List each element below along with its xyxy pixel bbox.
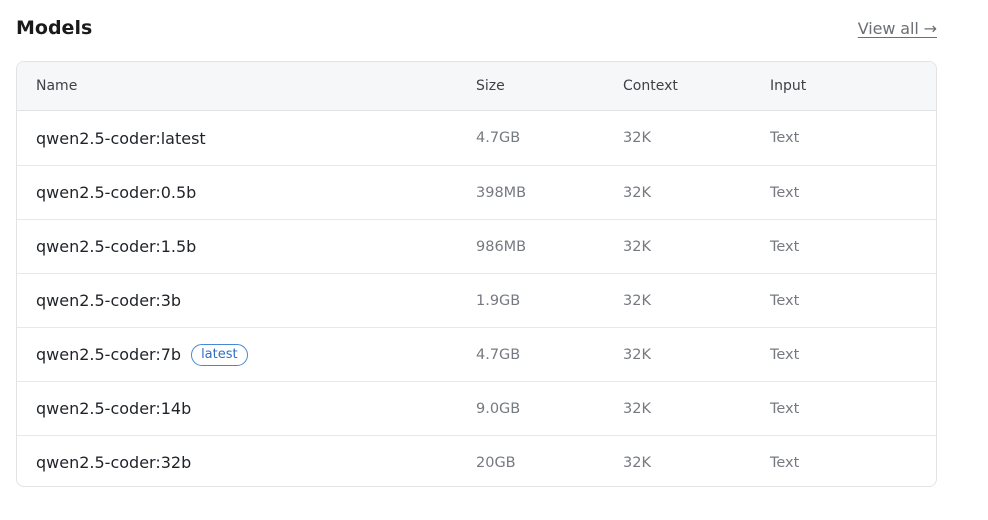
model-name-cell: qwen2.5-coder:14b xyxy=(36,399,191,418)
column-header-name: Name xyxy=(36,78,78,94)
model-input: Text xyxy=(770,400,800,417)
model-input: Text xyxy=(770,184,800,201)
model-input: Text xyxy=(770,238,800,255)
latest-badge: latest xyxy=(191,343,248,366)
model-size: 9.0GB xyxy=(476,400,521,417)
model-name: qwen2.5-coder:32b xyxy=(36,453,192,472)
model-name: qwen2.5-coder:14b xyxy=(36,399,192,418)
model-name: qwen2.5-coder:7b xyxy=(36,345,182,364)
model-name-cell: qwen2.5-coder:3b xyxy=(36,291,181,310)
model-size: 1.9GB xyxy=(476,292,521,309)
model-size: 20GB xyxy=(476,454,516,471)
model-size: 986MB xyxy=(476,238,527,255)
model-context: 32K xyxy=(623,238,651,255)
model-input: Text xyxy=(770,130,800,146)
model-size: 398MB xyxy=(476,184,527,201)
model-context: 32K xyxy=(623,346,651,363)
table-body: qwen2.5-coder:latest 4.7GB 32K Text qwen2.5-… xyxy=(17,111,936,486)
model-name: qwen2.5-coder:latest xyxy=(36,128,206,148)
table-row[interactable]: qwen2.5-coder:1.5b 986MB 32K Text xyxy=(17,219,936,273)
models-header: Models View all → xyxy=(16,14,937,42)
model-input: Text xyxy=(770,346,800,363)
section-title: Models xyxy=(16,17,93,39)
column-header-context: Context xyxy=(623,78,678,94)
model-name: qwen2.5-coder:1.5b xyxy=(36,237,197,256)
model-name-cell: qwen2.5-coder:0.5b xyxy=(36,183,196,202)
model-context: 32K xyxy=(623,454,651,471)
table-row[interactable]: qwen2.5-coder:32b 20GB 32K Text xyxy=(17,435,936,486)
model-input: Text xyxy=(770,292,800,309)
model-name-cell: qwen2.5-coder:32b xyxy=(36,453,191,472)
table-row[interactable]: qwen2.5-coder:0.5b 398MB 32K Text xyxy=(17,165,936,219)
model-name-cell: qwen2.5-coder:7b latest xyxy=(36,343,248,366)
model-size: 4.7GB xyxy=(476,346,521,363)
model-input: Text xyxy=(770,454,800,471)
column-header-size: Size xyxy=(476,78,505,94)
table-row[interactable]: qwen2.5-coder:latest 4.7GB 32K Text xyxy=(17,111,936,165)
table-row[interactable]: qwen2.5-coder:7b latest 4.7GB 32K Text xyxy=(17,327,936,381)
model-name-cell: qwen2.5-coder:latest xyxy=(36,129,206,148)
model-context: 32K xyxy=(623,184,651,201)
view-all-link[interactable]: View all → xyxy=(858,19,937,38)
models-table: Name Size Context Input qwen2.5-coder:la… xyxy=(16,61,937,487)
model-context: 32K xyxy=(623,292,651,309)
table-row[interactable]: qwen2.5-coder:3b 1.9GB 32K Text xyxy=(17,273,936,327)
model-name-cell: qwen2.5-coder:1.5b xyxy=(36,237,196,256)
model-name: qwen2.5-coder:3b xyxy=(36,291,182,310)
table-header: Name Size Context Input xyxy=(17,62,936,111)
model-context: 32K xyxy=(623,400,651,417)
model-name: qwen2.5-coder:0.5b xyxy=(36,183,197,202)
model-context: 32K xyxy=(623,130,651,146)
column-header-input: Input xyxy=(770,78,807,94)
model-size: 4.7GB xyxy=(476,130,521,146)
table-row[interactable]: qwen2.5-coder:14b 9.0GB 32K Text xyxy=(17,381,936,435)
